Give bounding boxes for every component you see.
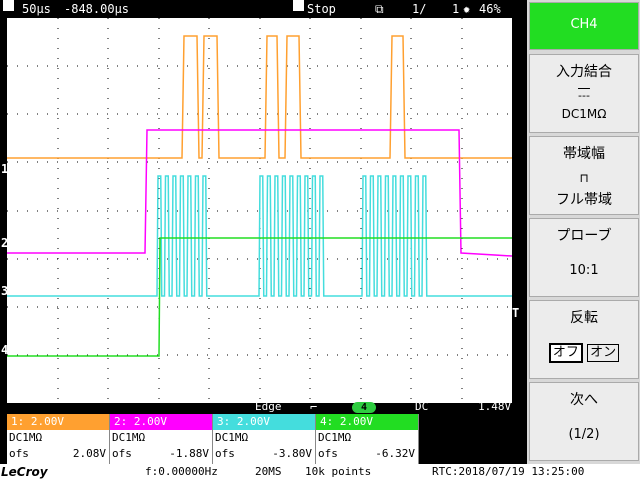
frequency-readout: f:0.00000Hz (145, 465, 218, 478)
menu-channel-label: CH4 (570, 17, 598, 32)
brightness-value[interactable]: 46% (479, 0, 501, 18)
menu-bandwidth-title: 帯域幅 (563, 146, 605, 162)
ch2-volts: 2: 2.00V (110, 414, 212, 430)
top-status-bar: 50µs -848.00µs Stop ⧉ 1/ 1 ✹ 46% (0, 0, 527, 18)
ch2-info[interactable]: 2: 2.00V DC1MΩ ofs -1.88V (110, 414, 213, 464)
ch4-coupling: DC1MΩ (318, 431, 352, 444)
ch1-ofs-label: ofs (9, 447, 29, 460)
menu-next-button[interactable]: 次へ (1/2) (529, 382, 639, 461)
sample-rate: 20MS (255, 465, 282, 478)
ch4-ofs-label: ofs (318, 447, 338, 460)
menu-invert-title: 反転 (570, 310, 598, 326)
dc-coupling-icon: --- (578, 89, 590, 102)
run-state[interactable]: Stop (307, 0, 336, 18)
ch3-ofs-label: ofs (215, 447, 235, 460)
side-menu: CH4 入力結合 --- DC1MΩ 帯域幅 ⊓ フル帯域 プローブ 10:1 … (527, 0, 640, 464)
ch3-marker: 3 (1, 284, 9, 298)
ch2-coupling: DC1MΩ (112, 431, 146, 444)
bandwidth-filter-icon: ⊓ (579, 171, 589, 185)
stop-icon (293, 0, 304, 11)
menu-probe-title: プローブ (556, 228, 612, 244)
ch3-coupling: DC1MΩ (215, 431, 249, 444)
menu-probe-button[interactable]: プローブ 10:1 (529, 218, 639, 297)
ch4-info[interactable]: 4: 2.00V DC1MΩ ofs -6.32V (316, 414, 419, 464)
trigger-level: 1.48V (478, 400, 512, 413)
trigger-source-badge: 4 (352, 402, 376, 413)
invert-on-option[interactable]: オン (587, 344, 620, 362)
ch3-trace (7, 175, 512, 297)
ch2-ofs: -1.88V (169, 447, 209, 460)
menu-next-page: (1/2) (568, 427, 600, 442)
waveform-display[interactable] (7, 18, 512, 403)
ch3-info[interactable]: 3: 2.00V DC1MΩ ofs -3.80V (213, 414, 316, 464)
menu-next-title: 次へ (570, 392, 598, 408)
trigger-edge-icon: ⌐ (310, 400, 318, 414)
menu-coupling-value: DC1MΩ (561, 107, 607, 121)
timebase-icon (3, 0, 14, 11)
ch3-ofs: -3.80V (272, 447, 312, 460)
waveform-svg (7, 18, 512, 403)
ch1-coupling: DC1MΩ (9, 431, 43, 444)
page-total: 1 (452, 2, 460, 16)
ch1-marker: 1 (1, 162, 9, 176)
page-indicator: 1/ (412, 2, 427, 16)
ch3-volts: 3: 2.00V (213, 414, 315, 430)
ch4-ofs: -6.32V (375, 447, 415, 460)
brightness-icon: ✹ (463, 2, 471, 16)
timebase-value[interactable]: 50µs (22, 0, 51, 18)
menu-probe-value: 10:1 (569, 263, 599, 278)
trigger-info[interactable]: Edge ⌐ DC 1.48V (0, 400, 527, 414)
menu-bandwidth-value: フル帯域 (556, 192, 612, 208)
trigger-level-marker: T (512, 306, 520, 320)
ch2-marker: 2 (1, 236, 9, 250)
ch2-ofs-label: ofs (112, 447, 132, 460)
pages-icon: ⧉ (375, 2, 384, 16)
trigger-mode: Edge (255, 400, 282, 413)
ch1-info[interactable]: 1: 2.00V DC1MΩ ofs 2.08V (7, 414, 110, 464)
trigger-coupling: DC (415, 400, 429, 413)
rtc-clock: RTC:2018/07/19 13:25:00 (432, 465, 585, 478)
menu-bandwidth-button[interactable]: 帯域幅 ⊓ フル帯域 (529, 136, 639, 215)
menu-coupling-button[interactable]: 入力結合 --- DC1MΩ (529, 54, 639, 133)
trigger-position-marker: ◀ (14, 23, 20, 33)
ch1-ofs: 2.08V (72, 447, 106, 460)
menu-coupling-title: 入力結合 (556, 64, 612, 80)
invert-off-option[interactable]: オフ (548, 343, 583, 363)
ch1-trace (7, 35, 512, 159)
record-points: 10k points (305, 465, 372, 478)
bottom-status-bar: LeCroy f:0.00000Hz 20MS 10k points RTC:2… (0, 464, 640, 480)
brand-logo: LeCroy (1, 465, 48, 479)
ch4-marker: 4 (1, 343, 9, 357)
ch4-volts: 4: 2.00V (316, 414, 418, 430)
delay-value[interactable]: -848.00µs (64, 0, 129, 18)
ch1-volts: 1: 2.00V (7, 414, 109, 430)
menu-channel-ch4[interactable]: CH4 (529, 2, 639, 50)
menu-invert-button[interactable]: 反転 オフ オン (529, 300, 639, 379)
